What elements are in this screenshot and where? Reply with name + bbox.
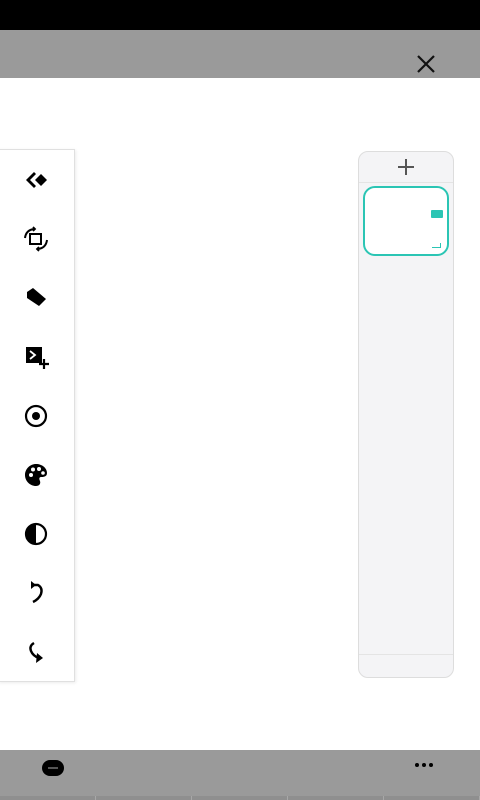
close-button[interactable] xyxy=(414,52,438,76)
layer-thumbnail-selected[interactable] xyxy=(363,186,449,256)
palette-tool-button[interactable] xyxy=(18,457,54,493)
plus-icon xyxy=(398,159,414,175)
layer-panel xyxy=(358,151,454,678)
eraser-icon xyxy=(26,172,47,188)
layer-badge-icon xyxy=(431,210,443,218)
redo-icon xyxy=(29,641,43,663)
bottom-tab[interactable] xyxy=(288,796,384,800)
status-bar xyxy=(0,0,480,30)
undo-tool-button[interactable] xyxy=(18,575,54,611)
palette-icon xyxy=(25,464,47,486)
top-toolbar xyxy=(0,30,480,78)
transform-tool-button[interactable] xyxy=(18,221,54,257)
transform-icon xyxy=(24,226,48,252)
bottom-tab[interactable] xyxy=(0,796,96,800)
contrast-tool-button[interactable] xyxy=(18,516,54,552)
more-icon xyxy=(415,763,419,767)
bottom-tab[interactable] xyxy=(192,796,288,800)
undo-icon xyxy=(31,581,43,604)
more-options-button[interactable] xyxy=(412,758,436,772)
bottom-toolbar xyxy=(0,750,480,800)
toggle-icon xyxy=(48,767,58,769)
more-icon-dot xyxy=(429,763,433,767)
bottom-tab[interactable] xyxy=(384,796,480,800)
add-image-icon xyxy=(26,347,49,369)
eraser-tool-button[interactable] xyxy=(18,162,54,198)
redo-tool-button[interactable] xyxy=(18,634,54,670)
resize-corner-icon xyxy=(432,243,441,248)
tool-panel xyxy=(0,149,75,682)
bottom-tab-strip xyxy=(0,796,480,800)
add-media-tool-button[interactable] xyxy=(18,339,54,375)
contrast-icon xyxy=(24,522,48,546)
close-icon xyxy=(417,55,435,73)
view-tool-button[interactable] xyxy=(18,398,54,434)
eye-icon xyxy=(24,404,48,428)
add-layer-button[interactable] xyxy=(359,152,453,183)
bottom-tab[interactable] xyxy=(96,796,192,800)
more-icon-dot xyxy=(422,763,426,767)
fill-tool-button[interactable] xyxy=(18,280,54,316)
toggle-button[interactable] xyxy=(42,760,64,776)
tag-icon xyxy=(27,288,46,306)
layer-panel-footer xyxy=(359,654,453,677)
